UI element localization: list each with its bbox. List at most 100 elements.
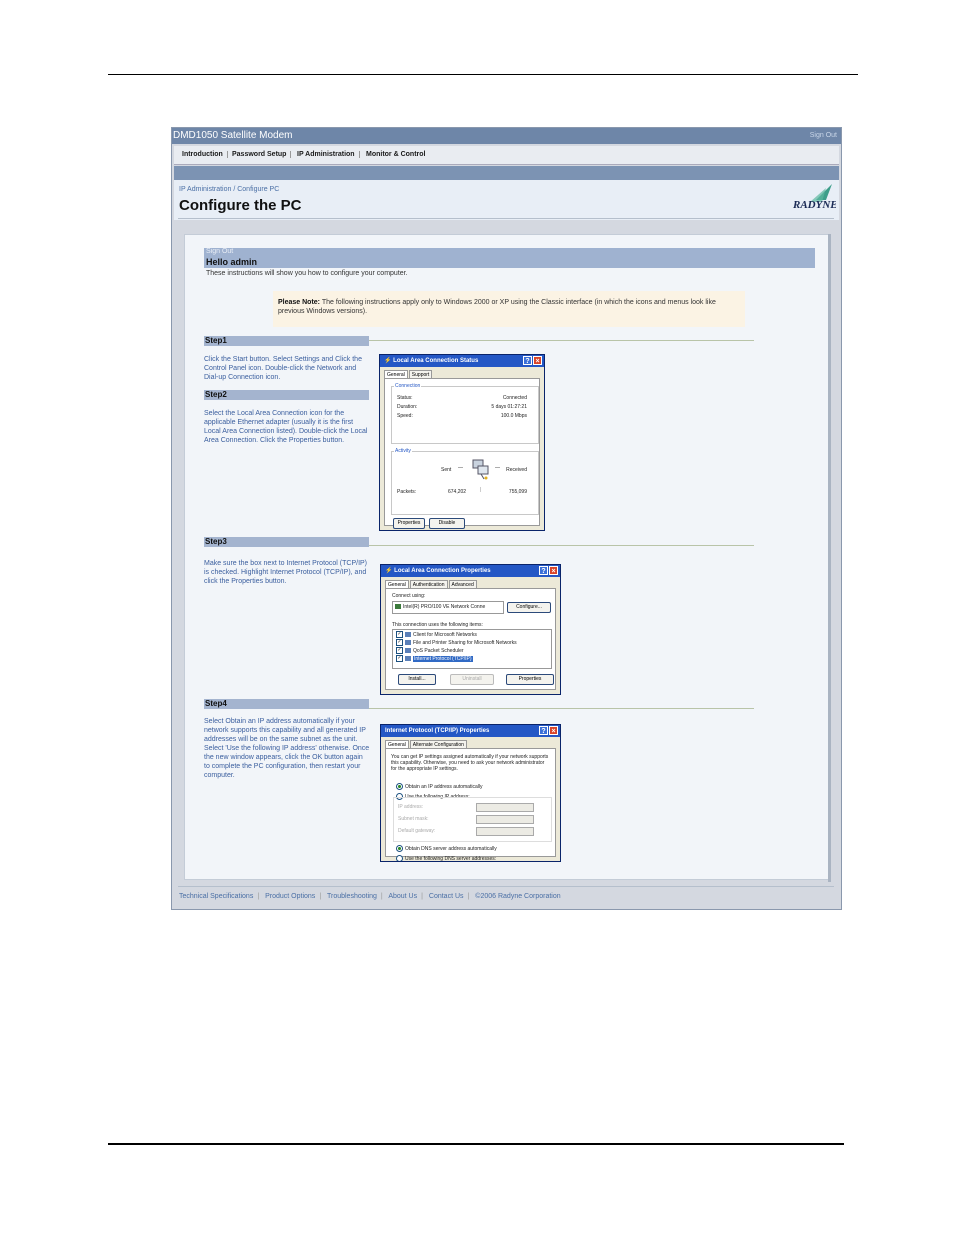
radyne-logo: RADYNE bbox=[792, 184, 836, 211]
default-gateway-field bbox=[476, 827, 534, 836]
app-title: DMD1050 Satellite Modem bbox=[173, 130, 293, 141]
adapter-name: Intel(R) PRO/100 VE Network Conne bbox=[403, 604, 486, 610]
dialog3-pane: You can get IP settings assigned automat… bbox=[385, 748, 556, 861]
help-icon[interactable]: ? bbox=[539, 726, 548, 735]
uninstall-button: Uninstall bbox=[450, 674, 494, 685]
footer-link-contact-us[interactable]: Contact Us bbox=[429, 893, 464, 900]
properties-button[interactable]: Properties bbox=[393, 518, 425, 529]
dialog3-title: Internet Protocol (TCP/IP) Properties bbox=[385, 728, 490, 734]
packets-label: Packets: bbox=[397, 489, 417, 495]
activity-group: Activity bbox=[391, 448, 539, 515]
adapter-field: Intel(R) PRO/100 VE Network Conne bbox=[392, 601, 504, 614]
close-icon[interactable]: × bbox=[549, 566, 558, 575]
signout-link[interactable]: Sign Out bbox=[810, 128, 837, 144]
default-gateway-label: Default gateway: bbox=[398, 828, 436, 834]
obtain-ip-radio[interactable]: Obtain an IP address automatically bbox=[396, 783, 482, 790]
nav-monitor-control[interactable]: Monitor & Control bbox=[366, 151, 430, 158]
footer-link-troubleshooting[interactable]: Troubleshooting bbox=[327, 893, 377, 900]
help-icon[interactable]: ? bbox=[539, 566, 548, 575]
speed-label: Speed: bbox=[397, 413, 413, 419]
nav-subbar bbox=[174, 166, 839, 180]
step3-header: Step3 bbox=[204, 537, 369, 547]
nav-introduction[interactable]: Introduction bbox=[182, 151, 228, 158]
greeting-bar: Sign Out Hello admin bbox=[204, 248, 815, 268]
connect-using-label: Connect using: bbox=[392, 593, 426, 599]
subnet-mask-label: Subnet mask: bbox=[398, 816, 429, 822]
step1-text: Click the Start button. Select Settings … bbox=[204, 356, 362, 381]
activity-label: Activity bbox=[394, 448, 412, 454]
step1-rule bbox=[369, 340, 754, 341]
lan-status-dialog: ⚡ Local Area Connection Status ? × Genera… bbox=[379, 354, 545, 531]
adapter-icon bbox=[395, 604, 401, 610]
logo-text: RADYNE bbox=[792, 199, 836, 211]
packets-received: 755,099 bbox=[508, 489, 527, 495]
network-icon: ⚡ bbox=[384, 358, 392, 364]
ip-address-label: IP address: bbox=[398, 804, 424, 810]
breadcrumb[interactable]: IP Administration / Configure PC bbox=[179, 186, 279, 193]
obtain-dns-radio[interactable]: Obtain DNS server address automatically bbox=[396, 845, 497, 852]
list-item[interactable]: ✓ File and Printer Sharing for Microsoft … bbox=[396, 639, 517, 646]
step1-header: Step1 bbox=[204, 336, 369, 346]
status-value: Connected bbox=[502, 395, 527, 401]
step3-text: Make sure the box next to Internet Proto… bbox=[204, 560, 368, 585]
intro-text: These instructions will show you how to … bbox=[206, 270, 408, 277]
step4-rule bbox=[369, 708, 754, 709]
nav-ip-administration[interactable]: IP Administration bbox=[297, 151, 360, 158]
greeting-signout-link[interactable]: Sign Out bbox=[206, 248, 233, 255]
ip-address-field bbox=[476, 803, 534, 812]
close-icon[interactable]: × bbox=[549, 726, 558, 735]
list-item-selected[interactable]: ✓ Internet Protocol (TCP/IP) bbox=[396, 655, 473, 662]
content-panel: Sign Out Hello admin These instructions … bbox=[184, 234, 829, 880]
page-footer-rule bbox=[108, 1143, 844, 1145]
step2-text: Select the Local Area Connection icon fo… bbox=[204, 410, 368, 444]
footer-link-product-options[interactable]: Product Options bbox=[265, 893, 315, 900]
note-box: Please Note: The following instructions … bbox=[273, 291, 745, 327]
install-button[interactable]: Install... bbox=[398, 674, 436, 685]
tcpip-description: You can get IP settings assigned automat… bbox=[391, 754, 549, 772]
packets-sent: 674,202 bbox=[448, 489, 467, 495]
dialog3-title-bar: Internet Protocol (TCP/IP) Properties ? × bbox=[381, 725, 560, 737]
dialog2-title: Local Area Connection Properties bbox=[394, 568, 491, 574]
list-item[interactable]: ✓ Client for Microsoft Networks bbox=[396, 631, 477, 638]
list-item[interactable]: ✓ QoS Packet Scheduler bbox=[396, 647, 464, 654]
configure-button[interactable]: Configure... bbox=[507, 602, 551, 613]
use-following-dns-radio[interactable]: Use the following DNS server addresses: bbox=[396, 855, 496, 861]
step2-header: Step2 bbox=[204, 390, 369, 400]
browser-screenshot: DMD1050 Satellite Modem Sign Out Introdu… bbox=[171, 127, 842, 910]
footer-link-technical-specifications[interactable]: Technical Specifications bbox=[179, 893, 253, 900]
panel-shadow bbox=[828, 234, 831, 882]
step4-header: Step4 bbox=[204, 699, 369, 709]
properties-button[interactable]: Properties bbox=[506, 674, 554, 685]
footer-link-about-us[interactable]: About Us bbox=[388, 893, 417, 900]
page-header: IP Administration / Configure PC Configu… bbox=[174, 180, 839, 220]
note-text: The following instructions apply only to… bbox=[278, 299, 716, 315]
tcpip-properties-dialog: Internet Protocol (TCP/IP) Properties ? ×… bbox=[380, 724, 561, 862]
step4-text: Select Obtain an IP address automaticall… bbox=[204, 718, 370, 779]
items-label: This connection uses the following items… bbox=[392, 622, 483, 628]
dialog1-title: Local Area Connection Status bbox=[393, 358, 479, 364]
duration-label: Duration: bbox=[397, 404, 418, 410]
speed-value: 100.0 Mbps bbox=[500, 413, 527, 419]
footer-divider bbox=[178, 886, 834, 887]
lan-properties-dialog: ⚡ Local Area Connection Properties ? × Ge… bbox=[380, 564, 561, 695]
close-icon[interactable]: × bbox=[533, 356, 542, 365]
sent-label: Sent bbox=[441, 467, 452, 473]
dialog1-title-bar: ⚡ Local Area Connection Status ? × bbox=[380, 355, 544, 367]
note-label: Please Note: bbox=[278, 299, 321, 306]
greeting-text: Hello admin bbox=[206, 257, 258, 267]
header-divider bbox=[178, 218, 834, 219]
main-nav: Introduction Password Setup IP Administr… bbox=[174, 146, 839, 165]
received-label: Received bbox=[506, 467, 527, 473]
disable-button[interactable]: Disable bbox=[429, 518, 465, 529]
status-label: Status: bbox=[397, 395, 413, 401]
subnet-mask-field bbox=[476, 815, 534, 824]
dialog1-pane: Connection Status: Connected Duration: 5… bbox=[384, 378, 540, 529]
duration-value: 5 days 01:27:21 bbox=[491, 404, 527, 410]
nav-password-setup[interactable]: Password Setup bbox=[232, 151, 292, 158]
app-title-bar: DMD1050 Satellite Modem Sign Out bbox=[172, 128, 841, 144]
help-icon[interactable]: ? bbox=[523, 356, 532, 365]
computers-activity-icon bbox=[472, 459, 489, 480]
dialog2-title-bar: ⚡ Local Area Connection Properties ? × bbox=[381, 565, 560, 577]
page-header-rule bbox=[108, 74, 858, 75]
step3-rule bbox=[369, 545, 754, 546]
